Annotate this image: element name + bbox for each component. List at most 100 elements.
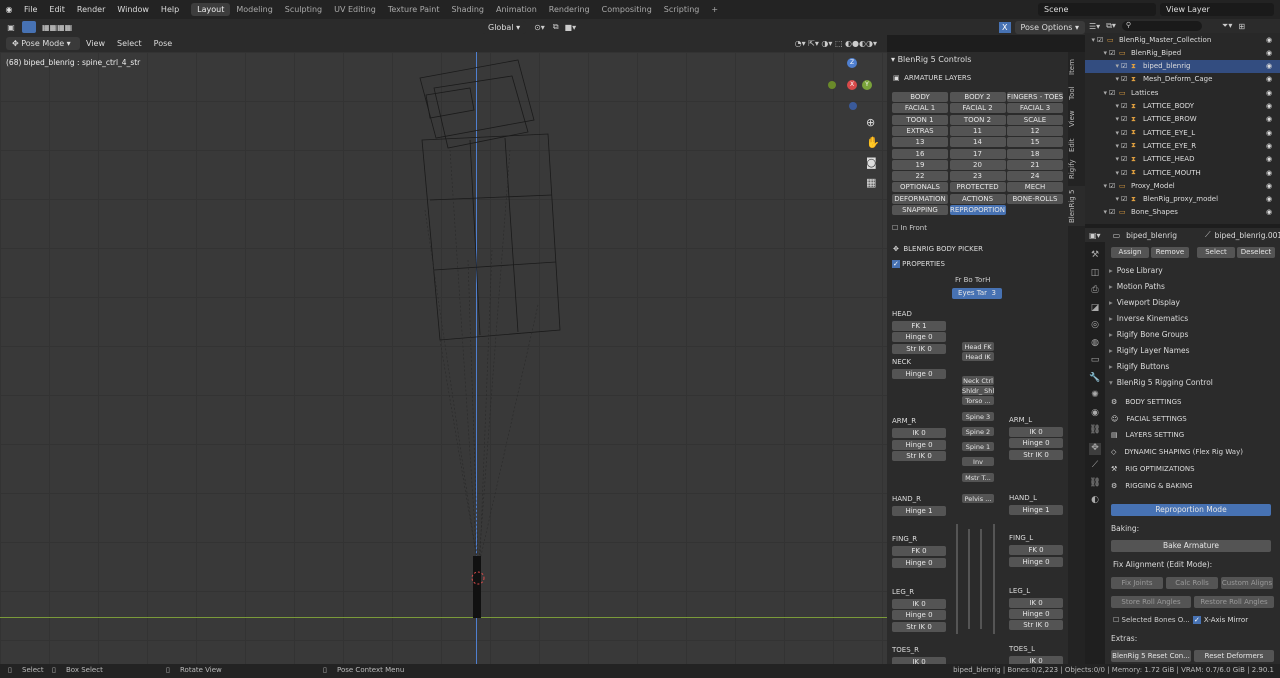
layer-button[interactable]: 22 <box>892 171 948 182</box>
outliner-checkbox-icon[interactable]: ☑ <box>1121 142 1131 150</box>
layer-button[interactable]: EXTRAS <box>892 125 948 136</box>
limb-toggle-button[interactable]: Str IK 0 <box>892 621 946 632</box>
layer-button[interactable]: REPROPORTION <box>949 205 1006 215</box>
selected-bones-toggle[interactable]: ☐ Selected Bones O... <box>1113 616 1190 624</box>
extras-button[interactable]: Reset Deformers <box>1194 650 1274 662</box>
visibility-eye-icon[interactable]: ◉ <box>1266 155 1280 163</box>
editor-type-icon[interactable]: ▣ <box>0 23 22 32</box>
visibility-eye-icon[interactable]: ◉ <box>1266 62 1280 70</box>
visibility-eye-icon[interactable]: ◉ <box>1266 208 1280 216</box>
layer-button[interactable]: SNAPPING <box>892 205 948 215</box>
visibility-eye-icon[interactable]: ◉ <box>1266 89 1280 97</box>
sidebar-tab-1[interactable]: Tool <box>1068 82 1085 104</box>
gizmo-neg-x-icon[interactable] <box>828 81 836 89</box>
body-picker-button[interactable]: Inv <box>962 457 994 466</box>
outliner-checkbox-icon[interactable]: ☑ <box>1109 208 1119 216</box>
layer-button[interactable]: TOON 1 <box>892 114 948 125</box>
limb-toggle-button[interactable]: Hinge 0 <box>892 610 946 621</box>
layer-button[interactable]: 11 <box>949 125 1006 136</box>
layer-button[interactable]: BODY 2 <box>949 92 1006 102</box>
limb-toggle-button[interactable]: Str IK 0 <box>1009 620 1063 631</box>
layer-button[interactable]: 21 <box>1007 159 1063 170</box>
visibility-eye-icon[interactable]: ◉ <box>1266 142 1280 150</box>
workspace-tab-7[interactable]: Rendering <box>543 3 596 16</box>
limb-toggle-button[interactable]: IK 0 <box>892 428 946 439</box>
material-icon[interactable]: ◐ <box>1089 495 1101 507</box>
body-picker-button[interactable]: Pelvis ... <box>962 494 994 503</box>
outliner-checkbox-icon[interactable]: ☑ <box>1121 129 1131 137</box>
sidebar-tab-2[interactable]: View <box>1068 108 1085 130</box>
eyes-target-button[interactable]: Eyes Tar 3 <box>952 288 1002 299</box>
orientation-dropdown[interactable]: Global ▾ <box>482 20 527 34</box>
outliner-row[interactable]: ▾ ☑ ⧗ BlenRig_proxy_model ◉ <box>1085 193 1280 206</box>
outliner-checkbox-icon[interactable]: ☑ <box>1109 89 1119 97</box>
view-layer-selector[interactable]: View Layer <box>1160 3 1274 16</box>
limb-toggle-button[interactable]: FK 0 <box>892 546 946 557</box>
menu-pose[interactable]: Pose <box>148 39 179 48</box>
properties-panel-1[interactable]: ▸ Motion Paths <box>1109 282 1165 291</box>
bone-group-assign-button[interactable]: Assign <box>1111 247 1149 258</box>
layer-button[interactable]: 19 <box>892 159 948 170</box>
properties-editor-icon[interactable]: ▣▾ <box>1089 231 1101 240</box>
layer-button[interactable]: 18 <box>1007 148 1063 159</box>
menu-edit[interactable]: Edit <box>43 5 71 14</box>
sidebar-tab-4[interactable]: Rigify <box>1068 158 1085 180</box>
visibility-eye-icon[interactable]: ◉ <box>1266 169 1280 177</box>
properties-panel-7[interactable]: ▾ BlenRig 5 Rigging Control <box>1109 378 1213 387</box>
outliner-row[interactable]: ▾ ☑ ⧗ biped_blenrig ◉ <box>1085 59 1280 73</box>
navigation-gizmo[interactable]: Z X Y <box>826 56 881 111</box>
limb-toggle-button[interactable]: Str IK 0 <box>892 343 946 354</box>
rigging-control-item[interactable]: ☺ FACIAL SETTINGS <box>1111 415 1187 423</box>
limb-toggle-button[interactable]: Str IK 0 <box>892 450 946 461</box>
workspace-tab-8[interactable]: Compositing <box>596 3 658 16</box>
limb-toggle-button[interactable]: IK 0 <box>1009 427 1063 437</box>
limb-toggle-button[interactable]: Hinge 0 <box>892 332 946 343</box>
layer-button[interactable]: TOON 2 <box>949 114 1006 125</box>
properties-panel-6[interactable]: ▸ Rigify Buttons <box>1109 362 1169 371</box>
overlay-icons[interactable]: ◔▾ ⇱▾ ◑▾ ⬚ ◐●◐◑▾ <box>795 39 877 48</box>
menu-view[interactable]: View <box>80 39 111 48</box>
visibility-eye-icon[interactable]: ◉ <box>1266 49 1280 57</box>
rigging-control-item[interactable]: ⚙ RIGGING & BAKING <box>1111 482 1193 490</box>
limb-toggle-button[interactable]: IK 0 <box>1009 655 1063 664</box>
rigging-control-item[interactable]: ⚙ BODY SETTINGS <box>1111 398 1181 406</box>
object-icon[interactable]: ▭ <box>1089 355 1101 367</box>
outliner-checkbox-icon[interactable]: ☑ <box>1121 195 1131 203</box>
layer-button[interactable]: 17 <box>949 148 1006 159</box>
outliner-search[interactable]: ⚲ <box>1121 21 1202 31</box>
layer-button[interactable]: FACIAL 1 <box>892 103 948 114</box>
roll-button[interactable]: Restore Roll Angles <box>1194 596 1274 608</box>
outliner-row[interactable]: ▾ ☑ ▭ Bone_Shapes ◉ <box>1085 206 1280 219</box>
sidebar-tab-3[interactable]: Edit <box>1068 134 1085 156</box>
properties-panel-0[interactable]: ▸ Pose Library <box>1109 266 1163 275</box>
limb-toggle-button[interactable]: FK 1 <box>892 321 946 331</box>
bone-group-select-button[interactable]: Select <box>1197 247 1235 258</box>
body-picker-button[interactable]: Mstr T... <box>962 473 994 482</box>
limb-toggle-button[interactable]: Hinge 1 <box>892 506 946 517</box>
new-collection-icon[interactable]: ⊞ <box>1238 22 1245 31</box>
visibility-eye-icon[interactable]: ◉ <box>1266 129 1280 137</box>
body-picker-button[interactable]: Spine 1 <box>962 442 994 451</box>
body-picker-button[interactable]: Spine 3 <box>962 412 994 421</box>
workspace-tab-9[interactable]: Scripting <box>658 3 706 16</box>
limb-toggle-button[interactable]: Hinge 0 <box>892 368 946 379</box>
outliner-row[interactable]: ▾ ☑ ▭ BlenRig_Master_Collection ◉ <box>1085 33 1280 46</box>
workspace-tab-6[interactable]: Animation <box>490 3 543 16</box>
camera-icon[interactable]: ◙ <box>866 156 877 169</box>
layer-button[interactable]: 14 <box>949 137 1006 148</box>
rigging-control-item[interactable]: ◇ DYNAMIC SHAPING (Flex Rig Way) <box>1111 448 1243 456</box>
bone-group-deselect-button[interactable]: Deselect <box>1237 247 1275 258</box>
visibility-eye-icon[interactable]: ◉ <box>1266 75 1280 83</box>
outliner-checkbox-icon[interactable]: ☑ <box>1109 49 1119 57</box>
limb-toggle-button[interactable]: Hinge 0 <box>892 557 946 568</box>
visibility-eye-icon[interactable]: ◉ <box>1266 36 1280 44</box>
limb-toggle-button[interactable]: Hinge 0 <box>892 439 946 450</box>
layer-button[interactable]: MECH <box>1007 182 1063 193</box>
outliner-checkbox-icon[interactable]: ☑ <box>1121 115 1131 123</box>
workspace-tab-5[interactable]: Shading <box>445 3 490 16</box>
modifier-icon[interactable]: 🔧 <box>1089 373 1101 385</box>
snap-icon[interactable]: ⧉ <box>553 22 559 32</box>
rigging-control-item[interactable]: ▤ LAYERS SETTING <box>1111 431 1184 439</box>
sidebar-tab-5[interactable]: BlenRig 5 <box>1068 186 1085 226</box>
rigging-control-item[interactable]: ⚒ RIG OPTIMIZATIONS <box>1111 465 1195 473</box>
